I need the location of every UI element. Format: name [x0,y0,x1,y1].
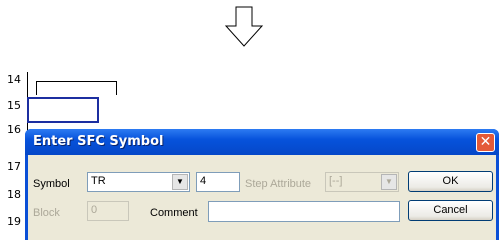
transition-horizontal-line [36,81,117,82]
transition-end-line [116,81,117,95]
block-input[interactable]: 0 [87,201,129,221]
cancel-button[interactable]: Cancel [408,200,493,221]
dialog-title-bar[interactable]: Enter SFC Symbol ✕ [25,129,499,155]
row-number-14: 14 [7,73,21,86]
symbol-number-input[interactable]: 4 [196,172,240,192]
row-number-17: 17 [7,160,21,173]
chevron-down-icon[interactable]: ▼ [381,174,397,190]
row-number-16: 16 [7,123,21,136]
block-label: Block [33,207,60,219]
close-button[interactable]: ✕ [476,133,495,152]
close-icon: ✕ [479,134,492,150]
symbol-value: TR [91,175,106,187]
chevron-down-icon[interactable]: ▼ [172,174,188,190]
dialog-body: Symbol TR ▼ 4 Step Attribute [--] ▼ OK B… [28,155,496,240]
row-number-15: 15 [7,99,21,112]
ok-button[interactable]: OK [408,171,493,192]
step-attribute-combo[interactable]: [--] ▼ [325,172,399,192]
dialog-title: Enter SFC Symbol [33,134,164,149]
symbol-combo[interactable]: TR ▼ [87,172,190,192]
step-attribute-label: Step Attribute [245,178,312,190]
row-number-18: 18 [7,188,21,201]
comment-input[interactable] [208,201,400,222]
editor-cursor[interactable] [27,97,99,123]
symbol-label: Symbol [33,178,70,190]
symbol-number-value: 4 [200,175,207,187]
enter-sfc-symbol-dialog: Enter SFC Symbol ✕ Symbol TR ▼ 4 Step At… [25,129,499,240]
row-number-19: 19 [7,215,21,228]
comment-label: Comment [150,207,198,219]
block-value: 0 [91,204,98,216]
transition-vertical-line [36,81,37,95]
step-attribute-value: [--] [329,175,343,187]
down-arrow-icon [224,6,264,47]
